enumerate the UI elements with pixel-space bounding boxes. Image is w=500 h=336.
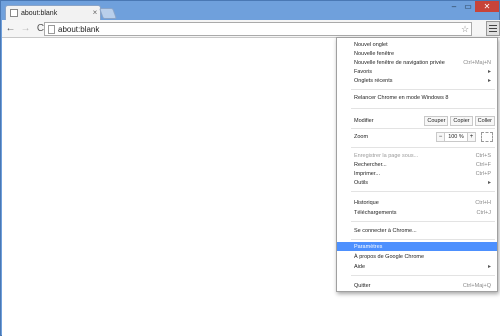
- fullscreen-icon[interactable]: [481, 132, 493, 142]
- shortcut-label: Ctrl+Maj+Q: [462, 282, 491, 289]
- zoom-in-button[interactable]: +: [467, 132, 476, 142]
- shortcut-label: Ctrl+F: [475, 161, 491, 168]
- menu-separator: [351, 191, 495, 192]
- zoom-value: 100 %: [445, 132, 467, 142]
- menu-item-new-window[interactable]: Nouvelle fenêtre: [337, 49, 497, 58]
- address-bar[interactable]: about:blank ☆: [44, 22, 472, 36]
- menu-item-quit[interactable]: Quitter Ctrl+Maj+Q: [337, 281, 497, 290]
- window-controls: – ▭ ✕: [447, 1, 499, 13]
- menu-item-settings[interactable]: Paramètres: [337, 242, 497, 251]
- edit-row: Modifier Couper Copier Coller: [337, 115, 497, 127]
- shortcut-label: Ctrl+S: [475, 152, 491, 159]
- menu-item-help[interactable]: Aide ▸: [337, 262, 497, 271]
- cut-button[interactable]: Couper: [424, 116, 449, 126]
- page-icon: [48, 24, 55, 34]
- paste-button[interactable]: Coller: [474, 116, 495, 126]
- submenu-arrow-icon: ▸: [487, 69, 491, 75]
- menu-separator: [351, 147, 495, 148]
- page-icon: [10, 9, 18, 17]
- tab-about-blank[interactable]: about:blank ×: [5, 5, 101, 20]
- copy-button[interactable]: Copier: [450, 116, 473, 126]
- menu-item-about-chrome[interactable]: À propos de Google Chrome: [337, 252, 497, 261]
- menu-item-downloads[interactable]: Téléchargements Ctrl+J: [337, 208, 497, 217]
- chrome-menu-button[interactable]: [486, 21, 500, 36]
- submenu-arrow-icon: ▸: [487, 180, 491, 186]
- menu-separator: [351, 108, 495, 109]
- menu-item-tools[interactable]: Outils ▸: [337, 178, 497, 187]
- menu-item-relaunch-windows8[interactable]: Relancer Chrome en mode Windows 8: [337, 93, 497, 102]
- hamburger-icon: [489, 25, 497, 26]
- menu-item-history[interactable]: Historique Ctrl+H: [337, 198, 497, 207]
- forward-button[interactable]: →: [19, 22, 32, 36]
- tab-close-icon[interactable]: ×: [90, 9, 100, 17]
- close-window-button[interactable]: ✕: [475, 1, 499, 12]
- menu-separator: [351, 128, 495, 129]
- edit-label: Modifier: [354, 118, 374, 124]
- minimize-button[interactable]: –: [447, 1, 461, 12]
- menu-item-save-page[interactable]: Enregistrer la page sous... Ctrl+S: [337, 151, 497, 160]
- shortcut-label: Ctrl+H: [475, 199, 491, 206]
- chrome-menu: Nouvel onglet Nouvelle fenêtre Nouvelle …: [336, 37, 498, 292]
- toolbar: ← → C about:blank ☆: [2, 20, 500, 38]
- back-button[interactable]: ←: [4, 22, 17, 36]
- star-icon[interactable]: ☆: [459, 24, 471, 35]
- tab-strip: about:blank ×: [1, 1, 500, 20]
- menu-item-recent-tabs[interactable]: Onglets récents ▸: [337, 76, 497, 85]
- menu-item-print[interactable]: Imprimer... Ctrl+P: [337, 169, 497, 178]
- submenu-arrow-icon: ▸: [487, 264, 491, 270]
- menu-separator: [351, 275, 495, 276]
- menu-item-new-tab[interactable]: Nouvel onglet: [337, 40, 497, 49]
- maximize-button[interactable]: ▭: [461, 1, 475, 12]
- submenu-arrow-icon: ▸: [487, 78, 491, 84]
- new-tab-button[interactable]: [98, 8, 118, 19]
- zoom-label: Zoom: [354, 134, 369, 140]
- tab-title: about:blank: [21, 9, 58, 17]
- menu-separator: [351, 221, 495, 222]
- menu-item-new-incognito-window[interactable]: Nouvelle fenêtre de navigation privée Ct…: [337, 58, 497, 67]
- menu-separator: [351, 239, 495, 240]
- shortcut-label: Ctrl+Maj+N: [463, 59, 491, 66]
- zoom-out-button[interactable]: −: [436, 132, 445, 142]
- browser-window: about:blank × – ▭ ✕ ← → C about:blank ☆ …: [0, 0, 500, 336]
- menu-separator: [351, 89, 495, 90]
- zoom-row: Zoom − 100 % +: [337, 131, 497, 143]
- shortcut-label: Ctrl+P: [475, 170, 491, 177]
- menu-item-sign-in[interactable]: Se connecter à Chrome...: [337, 226, 497, 235]
- shortcut-label: Ctrl+J: [476, 209, 491, 216]
- menu-item-find[interactable]: Rechercher... Ctrl+F: [337, 160, 497, 169]
- menu-item-bookmarks[interactable]: Favoris ▸: [337, 67, 497, 76]
- url-text[interactable]: about:blank: [58, 25, 459, 34]
